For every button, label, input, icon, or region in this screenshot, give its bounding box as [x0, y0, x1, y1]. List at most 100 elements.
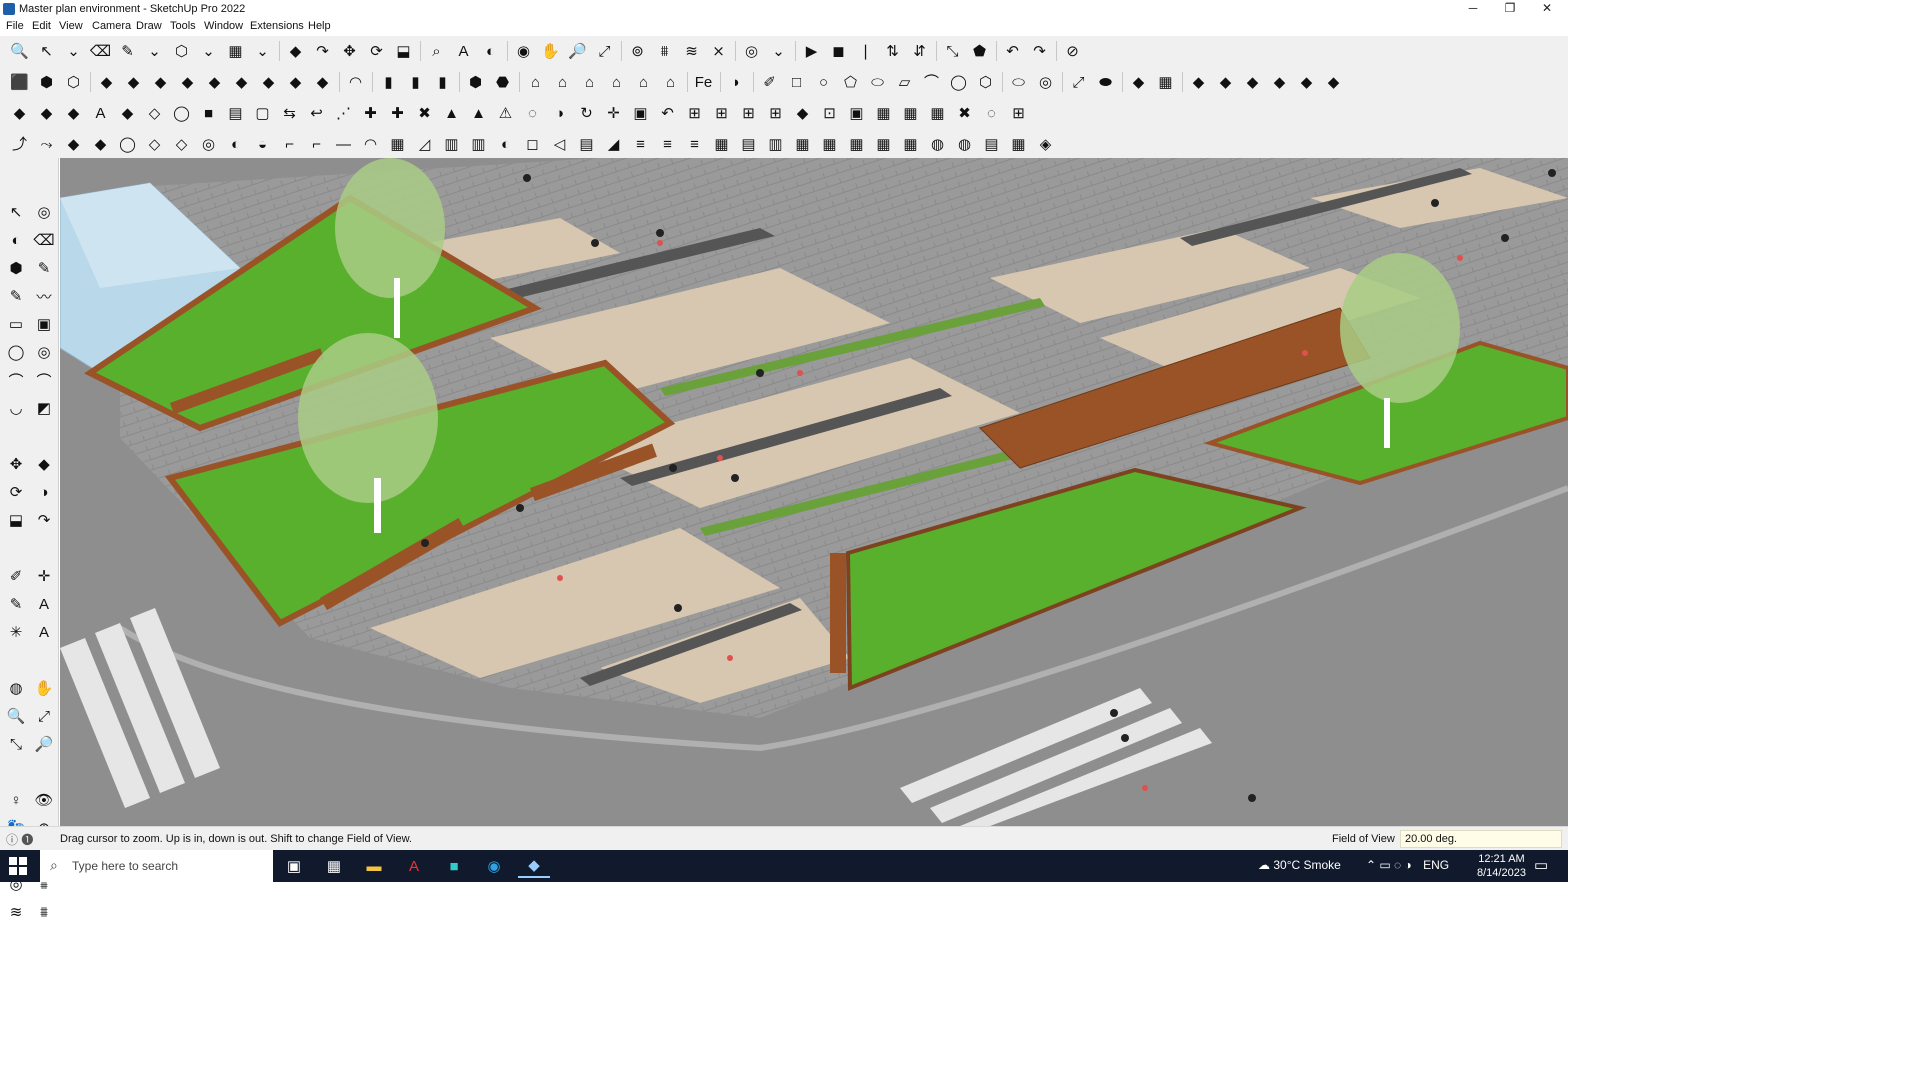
toolbar-tool-icon[interactable]: ≋: [678, 38, 705, 64]
toolbar-tool-icon[interactable]: ⌐: [276, 131, 303, 157]
left-tool-icon[interactable]: 🔎: [30, 730, 58, 758]
toolbar-tool-icon[interactable]: ▥: [762, 131, 789, 157]
toolbar-tool-icon[interactable]: ▦: [1152, 69, 1179, 95]
left-tool-icon[interactable]: ⟳: [2, 478, 30, 506]
toolbar-tool-icon[interactable]: Fe: [690, 69, 717, 95]
toolbar-tool-icon[interactable]: ▦: [870, 100, 897, 126]
toolbar-tool-icon[interactable]: ◇: [168, 131, 195, 157]
toolbar-tool-icon[interactable]: ⬟: [966, 38, 993, 64]
menu-edit[interactable]: Edit: [32, 20, 51, 32]
windows-start-icon[interactable]: [8, 856, 28, 876]
left-tool-icon[interactable]: ⤡: [2, 730, 30, 758]
toolbar-tool-icon[interactable]: ◼: [825, 38, 852, 64]
toolbar-tool-icon[interactable]: ◆: [1320, 69, 1347, 95]
toolbar-tool-icon[interactable]: ▦: [1005, 131, 1032, 157]
toolbar-tool-icon[interactable]: ▮: [375, 69, 402, 95]
toolbar-tool-icon[interactable]: ◆: [282, 38, 309, 64]
left-tool-icon[interactable]: A: [30, 618, 58, 646]
toolbar-tool-icon[interactable]: ⤢: [1065, 69, 1092, 95]
toolbar-tool-icon[interactable]: ◆: [60, 100, 87, 126]
scene-render[interactable]: [60, 158, 1568, 826]
toolbar-tool-icon[interactable]: ◠: [342, 69, 369, 95]
store-app-icon[interactable]: ■: [438, 854, 470, 878]
toolbar-tool-icon[interactable]: ⌐: [303, 131, 330, 157]
left-tool-icon[interactable]: ◑: [30, 478, 58, 506]
toolbar-tool-icon[interactable]: ✖: [411, 100, 438, 126]
toolbar-tool-icon[interactable]: ⊘: [1059, 38, 1086, 64]
toolbar-tool-icon[interactable]: ▦: [708, 131, 735, 157]
toolbar-tool-icon[interactable]: ✎: [114, 38, 141, 64]
toolbar-tool-icon[interactable]: ◆: [1185, 69, 1212, 95]
toolbar-tool-icon[interactable]: ▤: [735, 131, 762, 157]
toolbar-tool-icon[interactable]: ◎: [195, 131, 222, 157]
toolbar-tool-icon[interactable]: ↶: [999, 38, 1026, 64]
toolbar-tool-icon[interactable]: ◆: [1125, 69, 1152, 95]
toolbar-tool-icon[interactable]: ⊞: [735, 100, 762, 126]
toolbar-tool-icon[interactable]: ⬡: [60, 69, 87, 95]
toolbar-tool-icon[interactable]: ◆: [174, 69, 201, 95]
toolbar-tool-icon[interactable]: ◆: [60, 131, 87, 157]
toolbar-tool-icon[interactable]: ⊞: [762, 100, 789, 126]
toolbar-tool-icon[interactable]: ⬛: [6, 69, 33, 95]
menu-camera[interactable]: Camera: [92, 20, 131, 32]
toolbar-tool-icon[interactable]: ◈: [1032, 131, 1059, 157]
toolbar-tool-icon[interactable]: ◯: [945, 69, 972, 95]
toolbar-tool-icon[interactable]: ⌒: [918, 69, 945, 95]
toolbar-tool-icon[interactable]: ▦: [843, 131, 870, 157]
toolbar-tool-icon[interactable]: ▥: [438, 131, 465, 157]
toolbar-tool-icon[interactable]: ◿: [411, 131, 438, 157]
toolbar-tool-icon[interactable]: ◆: [282, 69, 309, 95]
toolbar-tool-icon[interactable]: ⨯: [705, 38, 732, 64]
toolbar-tool-icon[interactable]: ⌄: [141, 38, 168, 64]
toolbar-tool-icon[interactable]: ◍: [924, 131, 951, 157]
left-tool-icon[interactable]: ✎: [2, 282, 30, 310]
toolbar-tool-icon[interactable]: ◆: [93, 69, 120, 95]
left-tool-icon[interactable]: ◩: [30, 394, 58, 422]
toolbar-tool-icon[interactable]: ⇵: [906, 38, 933, 64]
left-tool-icon[interactable]: ⬓: [2, 506, 30, 534]
toolbar-tool-icon[interactable]: ◆: [1293, 69, 1320, 95]
left-tool-icon[interactable]: ◍: [2, 674, 30, 702]
toolbar-tool-icon[interactable]: ◆: [6, 100, 33, 126]
toolbar-tool-icon[interactable]: ▥: [465, 131, 492, 157]
toolbar-tool-icon[interactable]: ◆: [147, 69, 174, 95]
toolbar-tool-icon[interactable]: ◯: [168, 100, 195, 126]
toolbar-tool-icon[interactable]: ▢: [249, 100, 276, 126]
menu-window[interactable]: Window: [204, 20, 243, 32]
model-viewport[interactable]: [60, 158, 1568, 826]
toolbar-tool-icon[interactable]: ◻: [519, 131, 546, 157]
toolbar-tool-icon[interactable]: ⇅: [879, 38, 906, 64]
toolbar-tool-icon[interactable]: ◆: [33, 100, 60, 126]
toolbar-tool-icon[interactable]: ⬡: [972, 69, 999, 95]
toolbar-tool-icon[interactable]: ⬡: [168, 38, 195, 64]
toolbar-tool-icon[interactable]: A: [87, 100, 114, 126]
toolbar-tool-icon[interactable]: ▣: [627, 100, 654, 126]
left-tool-icon[interactable]: ✐: [2, 562, 30, 590]
left-tool-icon[interactable]: ◐: [2, 226, 30, 254]
toolbar-tool-icon[interactable]: ◆: [201, 69, 228, 95]
toolbar-tool-icon[interactable]: 🔍: [6, 38, 33, 64]
toolbar-tool-icon[interactable]: ✚: [384, 100, 411, 126]
menu-draw[interactable]: Draw: [136, 20, 162, 32]
toolbar-tool-icon[interactable]: ⬠: [837, 69, 864, 95]
toolbar-tool-icon[interactable]: ▦: [870, 131, 897, 157]
left-tool-icon[interactable]: ↖: [2, 198, 30, 226]
toolbar-tool-icon[interactable]: ▲: [465, 100, 492, 126]
left-tool-icon[interactable]: ◆: [30, 450, 58, 478]
file-explorer-icon[interactable]: ▬: [358, 854, 390, 878]
status-info-icon[interactable]: ⓘ ❶: [6, 831, 33, 848]
toolbar-tool-icon[interactable]: ▦: [789, 131, 816, 157]
toolbar-tool-icon[interactable]: ⌂: [549, 69, 576, 95]
toolbar-tool-icon[interactable]: ✛: [600, 100, 627, 126]
toolbar-tool-icon[interactable]: ◗: [723, 69, 750, 95]
left-tool-icon[interactable]: A: [30, 590, 58, 618]
toolbar-tool-icon[interactable]: ◌: [978, 100, 1005, 126]
toolbar-tool-icon[interactable]: ✖: [951, 100, 978, 126]
toolbar-tool-icon[interactable]: ▤: [222, 100, 249, 126]
toolbar-tool-icon[interactable]: ⌂: [522, 69, 549, 95]
toolbar-tool-icon[interactable]: ◠: [357, 131, 384, 157]
toolbar-tool-icon[interactable]: ⤳: [33, 131, 60, 157]
toolbar-tool-icon[interactable]: ≡: [681, 131, 708, 157]
toolbar-tool-icon[interactable]: ◌: [519, 100, 546, 126]
toolbar-tool-icon[interactable]: ↷: [1026, 38, 1053, 64]
